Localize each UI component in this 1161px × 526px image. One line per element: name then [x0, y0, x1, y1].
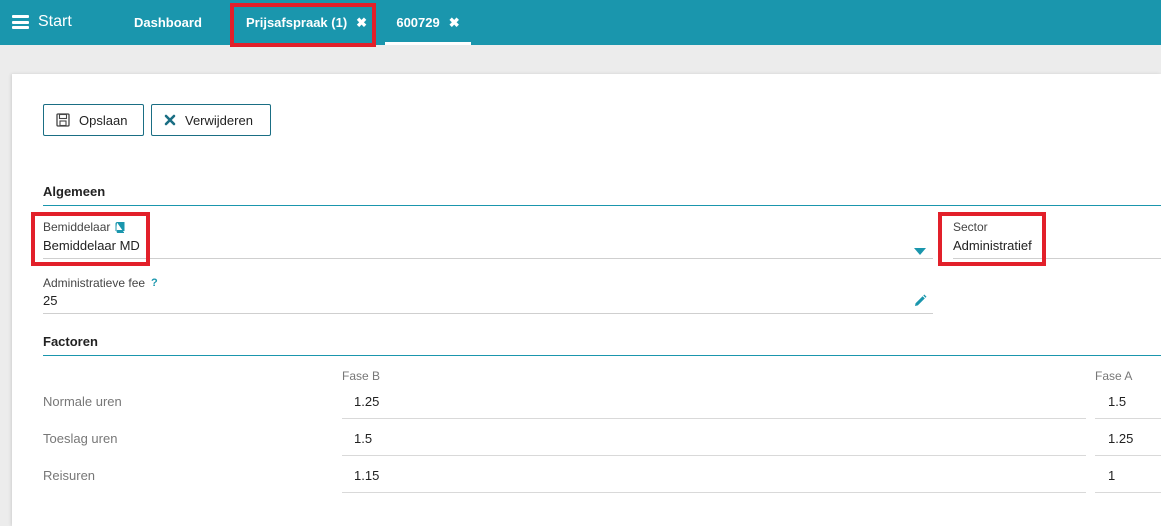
active-tab-indicator — [385, 42, 471, 45]
highlight-box-sector — [938, 212, 1046, 266]
start-menu-button[interactable]: Start — [12, 13, 72, 31]
column-header-fase-a: Fase A — [1095, 369, 1133, 383]
save-button[interactable]: Opslaan — [43, 104, 144, 136]
fee-input[interactable]: 25 — [43, 293, 57, 308]
tab-dashboard[interactable]: Dashboard — [134, 0, 202, 45]
cell-underline — [342, 492, 1086, 493]
close-tab-icon[interactable]: ✖ — [449, 15, 460, 31]
main-panel: Opslaan Verwijderen Algemeen Bemiddelaar… — [12, 74, 1161, 526]
fase-a-toeslag-uren-input[interactable]: 1.25 — [1108, 431, 1133, 446]
fee-underline — [43, 313, 933, 314]
close-icon — [164, 114, 176, 126]
cell-underline — [342, 418, 1086, 419]
row-label-normale-uren: Normale uren — [43, 394, 122, 409]
section-divider — [43, 205, 1161, 206]
cell-underline — [342, 455, 1086, 456]
start-label: Start — [38, 13, 72, 30]
fase-b-normale-uren-input[interactable]: 1.25 — [354, 394, 379, 409]
row-label-toeslag-uren: Toeslag uren — [43, 431, 118, 446]
cell-underline — [1095, 455, 1161, 456]
pencil-icon[interactable] — [913, 294, 927, 311]
section-title-factoren: Factoren — [43, 334, 98, 349]
cell-underline — [1095, 492, 1161, 493]
hamburger-icon — [12, 15, 29, 29]
row-label-reisuren: Reisuren — [43, 468, 96, 483]
cell-underline — [1095, 418, 1161, 419]
chevron-down-icon[interactable] — [914, 243, 926, 258]
section-divider — [43, 355, 1161, 356]
fase-a-reisuren-input[interactable]: 1 — [1108, 468, 1115, 483]
fase-b-toeslag-uren-input[interactable]: 1.5 — [354, 431, 372, 446]
column-header-fase-b: Fase B — [342, 369, 381, 383]
bemiddelaar-underline — [43, 258, 933, 259]
help-icon[interactable]: ? — [151, 277, 158, 289]
fase-a-normale-uren-input[interactable]: 1.5 — [1108, 394, 1126, 409]
section-title-algemeen: Algemeen — [43, 184, 106, 199]
floppy-disk-icon — [56, 113, 70, 127]
delete-button[interactable]: Verwijderen — [151, 104, 271, 136]
fase-b-reisuren-input[interactable]: 1.15 — [354, 468, 379, 483]
highlight-box-tab — [230, 3, 376, 47]
highlight-box-bemiddelaar — [31, 212, 150, 266]
tab-600729[interactable]: 600729 ✖ — [385, 0, 471, 45]
top-bar: Start Dashboard Prijsafspraak (1) ✖ 6007… — [0, 0, 1161, 45]
fee-label: Administratieve fee ? — [43, 276, 158, 290]
